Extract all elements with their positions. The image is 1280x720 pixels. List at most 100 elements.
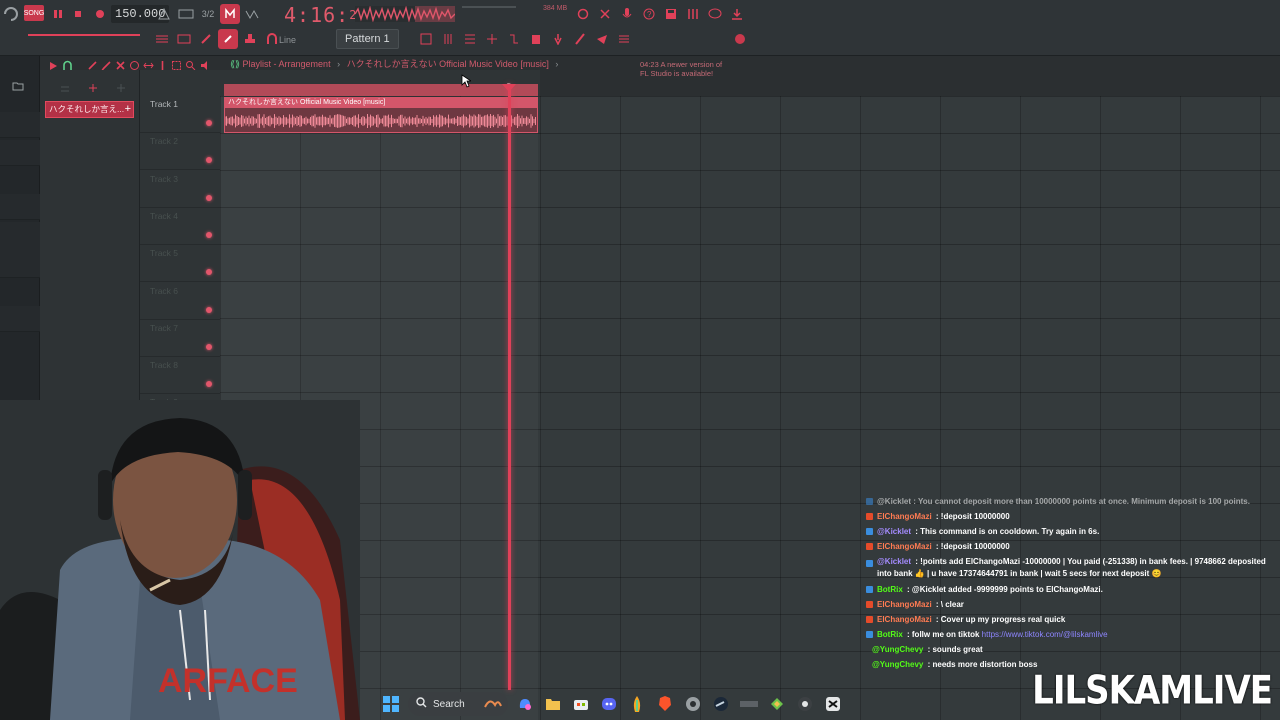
song-position[interactable]: 4:16:21 <box>284 1 366 29</box>
channel-rack-icon[interactable] <box>416 29 436 49</box>
song-mode-toggle[interactable]: SONG <box>24 5 44 21</box>
track-header[interactable]: Track 4 <box>140 208 220 245</box>
track-name[interactable]: Track 2 <box>150 136 178 146</box>
folder-icon[interactable] <box>12 78 24 96</box>
browser-slot[interactable] <box>0 306 40 332</box>
magnet-icon[interactable] <box>62 58 73 70</box>
track-header[interactable]: Track 5 <box>140 245 220 283</box>
track-name[interactable]: Track 7 <box>150 323 178 333</box>
discord-icon[interactable] <box>598 693 620 715</box>
slice-icon[interactable] <box>157 58 168 70</box>
track-name[interactable]: Track 5 <box>150 248 178 258</box>
snap-selector[interactable]: Line <box>279 29 296 51</box>
chat-username[interactable]: @YungChevy <box>872 660 923 669</box>
track-header[interactable]: Track 1 <box>140 96 220 133</box>
track-name[interactable]: Track 4 <box>150 211 178 221</box>
update-notice[interactable]: 04:23 A newer version of FL Studio is av… <box>640 60 722 78</box>
browser-icon[interactable] <box>460 29 480 49</box>
track-header[interactable]: Track 3 <box>140 171 220 208</box>
microphone-icon[interactable] <box>617 4 637 24</box>
track-header[interactable]: Track 8 <box>140 357 220 395</box>
capcut-icon[interactable] <box>822 693 844 715</box>
playhead[interactable] <box>508 84 511 690</box>
windows-start-icon[interactable] <box>380 693 402 715</box>
wait-input-icon[interactable] <box>176 4 196 24</box>
menu-icon[interactable] <box>614 29 634 49</box>
playhead-cap-icon[interactable] <box>502 84 516 92</box>
add-icon[interactable] <box>116 80 126 98</box>
download-icon[interactable] <box>727 4 747 24</box>
stop-button[interactable] <box>68 4 88 24</box>
track-name[interactable]: Track 8 <box>150 360 178 370</box>
main-pitch-slider[interactable] <box>28 34 140 36</box>
playback-icon[interactable] <box>199 58 210 70</box>
track-active-led-icon[interactable] <box>206 343 212 350</box>
tools-icon[interactable] <box>595 4 615 24</box>
timeline-ruler[interactable]: 5 <box>220 70 540 96</box>
chat-username[interactable]: ElChangoMazi <box>877 600 932 609</box>
chat-username[interactable]: ElChangoMazi <box>877 512 932 521</box>
countdown-icon[interactable]: 3/2 <box>198 4 218 24</box>
playlist-arrows-icon[interactable]: ⟪⟫ <box>230 59 240 69</box>
pause-button[interactable] <box>48 4 68 24</box>
chrome-icon[interactable] <box>682 693 704 715</box>
slip-icon[interactable] <box>143 58 154 69</box>
update-icon[interactable] <box>730 29 750 49</box>
chat-username[interactable]: @Kicklet <box>877 557 911 566</box>
loop-range[interactable] <box>224 84 538 96</box>
delete-icon[interactable] <box>115 58 126 70</box>
brave-icon[interactable] <box>654 693 676 715</box>
store-icon[interactable] <box>570 693 592 715</box>
track-header[interactable]: Track 6 <box>140 283 220 320</box>
move-icon[interactable] <box>88 80 98 98</box>
obs-icon[interactable] <box>794 693 816 715</box>
browser-slot[interactable] <box>0 112 40 138</box>
clipboard-icon[interactable] <box>526 29 546 49</box>
mic-record-icon[interactable] <box>548 29 568 49</box>
track-header[interactable]: Track 2 <box>140 133 220 171</box>
plugin-icon[interactable] <box>683 4 703 24</box>
copilot-icon[interactable] <box>514 693 536 715</box>
chat-username[interactable]: ElChangoMazi <box>877 542 932 551</box>
track-name[interactable]: Track 3 <box>150 174 178 184</box>
fl-studio-icon[interactable] <box>626 693 648 715</box>
step-edit-icon[interactable] <box>220 4 240 24</box>
chat-username[interactable]: BotRix <box>877 585 903 594</box>
add-clip-icon[interactable]: + <box>125 102 131 117</box>
send-icon[interactable] <box>592 29 612 49</box>
fl-logo-icon[interactable] <box>2 3 20 25</box>
playlist-window-icon[interactable] <box>152 29 172 49</box>
chat-username[interactable]: @Kicklet <box>877 527 911 536</box>
zoom-icon[interactable] <box>185 58 196 70</box>
chat-username[interactable]: ElChangoMazi <box>877 615 932 624</box>
mute-icon[interactable] <box>129 58 140 70</box>
project-tree-icon[interactable] <box>504 29 524 49</box>
breadcrumb-clip[interactable]: ハクそれしか言えない Official Music Video [music] <box>347 59 549 69</box>
brush-icon[interactable] <box>101 58 112 71</box>
help-icon[interactable]: ? <box>639 4 659 24</box>
blend-notes-icon[interactable] <box>242 4 262 24</box>
audio-clip-source[interactable]: ハクそれしか言え... + <box>45 101 134 118</box>
track-active-led-icon[interactable] <box>206 231 212 238</box>
track-header[interactable]: Track 7 <box>140 320 220 357</box>
track-active-led-icon[interactable] <box>206 306 212 313</box>
list-icon[interactable] <box>60 80 70 98</box>
stamp-icon[interactable] <box>240 29 260 49</box>
select-icon[interactable] <box>171 58 182 70</box>
track-active-led-icon[interactable] <box>206 381 212 388</box>
track-name[interactable]: Track 1 <box>150 99 178 109</box>
browser-slot[interactable] <box>0 222 40 278</box>
track-active-led-icon[interactable] <box>206 194 212 201</box>
pencil-icon[interactable] <box>196 29 216 49</box>
pattern-selector[interactable]: Pattern 1 <box>336 29 399 49</box>
track-active-led-icon[interactable] <box>206 157 212 164</box>
file-explorer-icon[interactable] <box>542 693 564 715</box>
browser-slot[interactable] <box>0 194 40 220</box>
edison-icon[interactable] <box>570 29 590 49</box>
playlist-title[interactable]: ⟪⟫ Playlist - Arrangement › ハクそれしか言えない O… <box>230 57 562 70</box>
track-active-led-icon[interactable] <box>206 269 212 276</box>
save-icon[interactable] <box>661 4 681 24</box>
record-button[interactable] <box>90 4 110 24</box>
app-icon-2[interactable] <box>766 693 788 715</box>
chat-username[interactable]: @YungChevy <box>872 645 923 654</box>
